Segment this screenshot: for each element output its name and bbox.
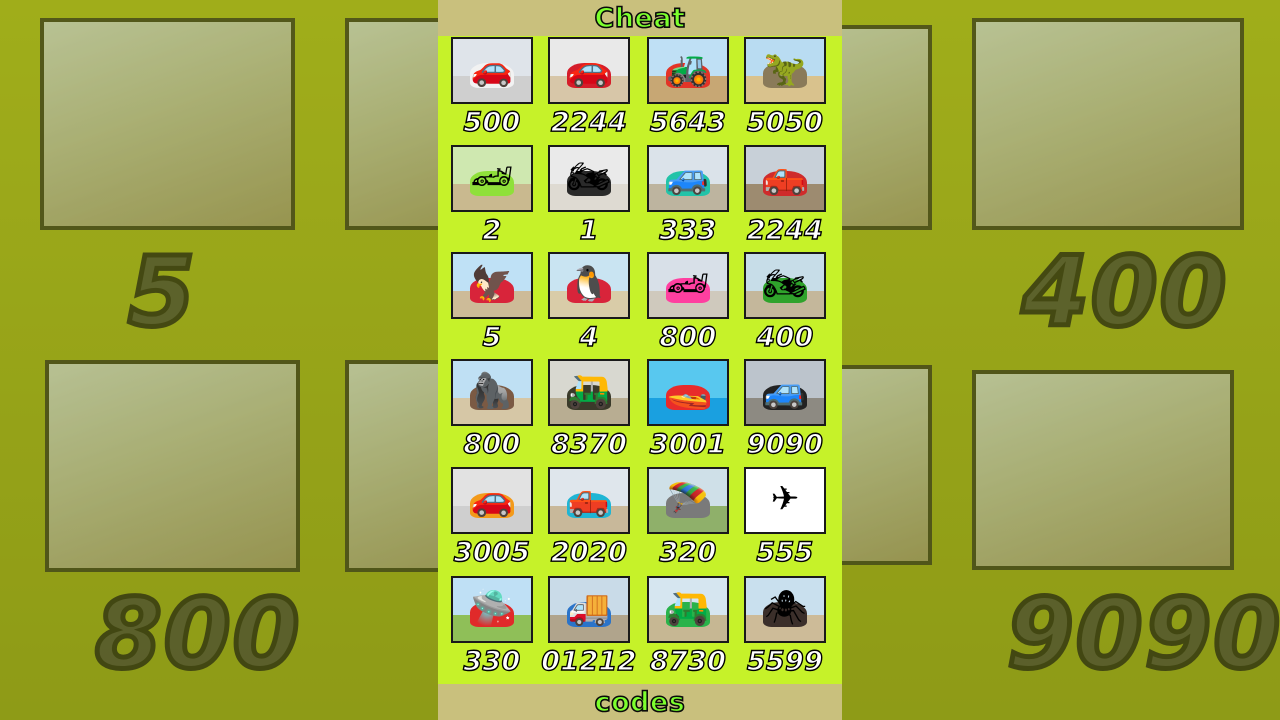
- cheat-item[interactable]: 🏍 400: [743, 252, 827, 359]
- cheat-item[interactable]: 🚙 9090: [743, 359, 827, 466]
- cheat-code-label: 555: [756, 536, 814, 568]
- cheat-item[interactable]: ✈ 555: [743, 467, 827, 574]
- cheat-item[interactable]: 🛺 8730: [646, 576, 730, 683]
- speedboat-icon: 🚤: [647, 359, 729, 426]
- background-left: 5 800: [0, 0, 438, 720]
- auto-rickshaw-icon: 🛺: [548, 359, 630, 426]
- cheat-code-label: 2244: [550, 106, 628, 138]
- orange-gtr-car-icon: 🚗: [451, 467, 533, 534]
- monster-truck-icon: 🛻: [744, 145, 826, 212]
- cheat-code-label: 800: [463, 428, 521, 460]
- cheat-code-label: 4: [579, 321, 599, 353]
- cheat-code-label: 5: [482, 321, 502, 353]
- green-supercar-icon: 🏎: [451, 145, 533, 212]
- cheat-item[interactable]: 🚤 3001: [646, 359, 730, 466]
- cheat-code-label: 3005: [453, 536, 531, 568]
- cheat-item[interactable]: 🏍 1: [547, 145, 631, 252]
- cheat-item[interactable]: 🛸 330: [450, 576, 534, 683]
- cheat-code-label: 330: [463, 645, 521, 677]
- cheat-item[interactable]: 🏎 2: [450, 145, 534, 252]
- cheat-code-label: 9090: [746, 428, 824, 460]
- colorful-suv-icon: 🚙: [647, 145, 729, 212]
- cheat-item[interactable]: 🐧 4: [547, 252, 631, 359]
- green-rickshaw-icon: 🛺: [647, 576, 729, 643]
- cheat-code-label: 800: [659, 321, 717, 353]
- eagle-character-icon: 🦅: [451, 252, 533, 319]
- cheat-item[interactable]: 🪂 320: [646, 467, 730, 574]
- cheat-code-label: 8370: [550, 428, 628, 460]
- cheat-code-label: 320: [659, 536, 717, 568]
- footer-banner: codes: [438, 684, 842, 720]
- cheat-code-label: 5599: [746, 645, 824, 677]
- cheat-code-label: 5050: [746, 106, 824, 138]
- cheat-item[interactable]: 🚙 333: [646, 145, 730, 252]
- blue-pickup-truck-icon: 🛻: [548, 467, 630, 534]
- footer-title: codes: [594, 686, 686, 719]
- cheat-code-label: 400: [756, 321, 814, 353]
- cheat-item[interactable]: 🚗 3005: [450, 467, 534, 574]
- cheat-code-label: 1: [579, 214, 599, 246]
- cheat-item[interactable]: 🕷 5599: [743, 576, 827, 683]
- cheat-code-label: 5643: [649, 106, 727, 138]
- cheat-code-label: 500: [463, 106, 521, 138]
- jetpack-icon: 🪂: [647, 467, 729, 534]
- cheat-item[interactable]: 🦍 800: [450, 359, 534, 466]
- cheat-item[interactable]: 🦖 5050: [743, 37, 827, 144]
- spider-monster-icon: 🕷: [744, 576, 826, 643]
- white-sports-car-icon: 🚗: [451, 37, 533, 104]
- background-right: 400 9090: [842, 0, 1280, 720]
- cargo-truck-icon: 🚚: [548, 576, 630, 643]
- cheat-code-label: 333: [659, 214, 717, 246]
- cheat-code-label: 8730: [649, 645, 727, 677]
- cheat-item[interactable]: 🏎 800: [646, 252, 730, 359]
- cheat-code-label: 01212: [541, 645, 638, 677]
- cheat-code-label: 3001: [649, 428, 727, 460]
- black-motorcycle-icon: 🏍: [548, 145, 630, 212]
- cheat-codes-panel: Cheat 🚗 500 🚗 2244 🚜 5643 🦖 5050 🏎 2 🏍 1 🚙 333 🛻 2244 🦅 5…: [438, 0, 842, 720]
- cheat-item[interactable]: 🚚 01212: [541, 576, 637, 683]
- cheat-item[interactable]: 🚜 5643: [646, 37, 730, 144]
- black-jeep-icon: 🚙: [744, 359, 826, 426]
- red-hover-drone-icon: 🛸: [451, 576, 533, 643]
- airplane-icon: ✈: [744, 467, 826, 534]
- cheat-item[interactable]: 🛺 8370: [547, 359, 631, 466]
- cheat-item[interactable]: 🛻 2020: [547, 467, 631, 574]
- header-banner: Cheat: [438, 0, 842, 36]
- rainbow-car-icon: 🏎: [647, 252, 729, 319]
- cheat-code-label: 2244: [746, 214, 824, 246]
- gorilla-monster-icon: 🦍: [451, 359, 533, 426]
- cheat-item[interactable]: 🛻 2244: [743, 145, 827, 252]
- green-sportbikes-icon: 🏍: [744, 252, 826, 319]
- penguins-character-icon: 🐧: [548, 252, 630, 319]
- red-sports-car-icon: 🚗: [548, 37, 630, 104]
- cheat-item[interactable]: 🦅 5: [450, 252, 534, 359]
- cheat-code-label: 2: [482, 214, 502, 246]
- tractor-icon: 🚜: [647, 37, 729, 104]
- cheat-item[interactable]: 🚗 2244: [547, 37, 631, 144]
- raptor-dinosaur-icon: 🦖: [744, 37, 826, 104]
- header-title: Cheat: [594, 2, 686, 35]
- cheat-code-label: 2020: [550, 536, 628, 568]
- cheat-item[interactable]: 🚗 500: [450, 37, 534, 144]
